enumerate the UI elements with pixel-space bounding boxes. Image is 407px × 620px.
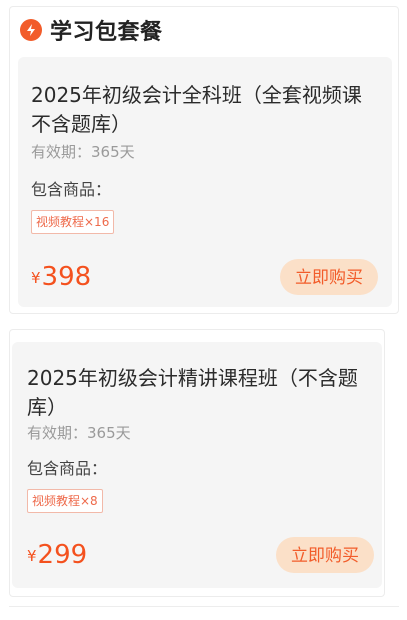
- section-header: 学习包套餐: [20, 15, 163, 45]
- contains-label: 包含商品：: [31, 180, 112, 199]
- price-value: 398: [41, 262, 92, 292]
- contains-label: 包含商品：: [27, 459, 108, 478]
- buy-now-button[interactable]: 立即购买: [280, 259, 378, 295]
- package-card[interactable]: 2025年初级会计全科班（全套视频课不含题库） 有效期：365天 包含商品： 视…: [18, 57, 392, 307]
- package-card-frame: 2025年初级会计精讲课程班（不含题库） 有效期：365天 包含商品： 视频教程…: [9, 329, 385, 597]
- study-package-panel: 学习包套餐 2025年初级会计全科班（全套视频课不含题库） 有效期：365天 包…: [9, 6, 399, 314]
- validity-text: 有效期：365天: [31, 143, 135, 161]
- price-value: 299: [37, 540, 88, 570]
- package-card[interactable]: 2025年初级会计精讲课程班（不含题库） 有效期：365天 包含商品： 视频教程…: [12, 342, 382, 588]
- package-title[interactable]: 2025年初级会计精讲课程班（不含题库）: [27, 364, 377, 422]
- product-tag: 视频教程×8: [27, 489, 103, 513]
- currency-symbol: ¥: [31, 269, 41, 287]
- currency-symbol: ¥: [27, 547, 37, 565]
- price: ¥398: [31, 262, 91, 293]
- product-tag: 视频教程×16: [31, 210, 115, 234]
- divider: [9, 606, 399, 607]
- section-title: 学习包套餐: [50, 20, 163, 45]
- package-title[interactable]: 2025年初级会计全科班（全套视频课不含题库）: [31, 81, 381, 139]
- price: ¥299: [27, 540, 87, 571]
- lightning-icon: [20, 19, 42, 41]
- buy-now-button[interactable]: 立即购买: [276, 537, 374, 573]
- validity-text: 有效期：365天: [27, 424, 131, 442]
